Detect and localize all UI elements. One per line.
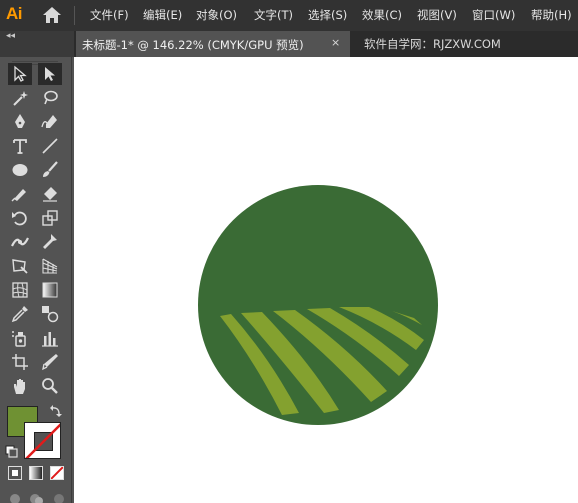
document-tab-inactive[interactable]: 软件自学网：RJZXW.COM [364, 36, 501, 52]
free-transform-tool-icon[interactable] [8, 255, 32, 277]
swap-fill-stroke-icon[interactable] [49, 404, 63, 418]
puppet-warp-tool-icon[interactable] [38, 231, 62, 253]
default-fill-stroke-icon[interactable] [5, 445, 19, 459]
artboard-tool-icon[interactable] [8, 351, 32, 373]
symbol-sprayer-tool-icon[interactable] [8, 327, 32, 349]
hand-tool-icon[interactable] [8, 375, 32, 397]
menu-effect[interactable]: 效果(C) [362, 7, 402, 23]
eyedropper-tool-icon[interactable] [8, 303, 32, 325]
app-logo: Ai [6, 4, 23, 23]
pen-tool-icon[interactable] [8, 111, 32, 133]
drawing-modes-icon[interactable] [8, 490, 66, 503]
curvature-tool-icon[interactable] [38, 111, 62, 133]
menu-view[interactable]: 视图(V) [417, 7, 457, 23]
menu-select[interactable]: 选择(S) [308, 7, 347, 23]
collapse-panel-icon[interactable]: ◂◂ [6, 31, 15, 41]
menu-edit[interactable]: 编辑(E) [143, 7, 182, 23]
home-icon[interactable] [42, 6, 62, 24]
artwork-field-logo[interactable] [74, 57, 578, 503]
rotate-tool-icon[interactable] [8, 207, 32, 229]
menu-help[interactable]: 帮助(H) [531, 7, 572, 23]
no-stroke-slash-icon [25, 423, 60, 458]
stroke-color-swatch[interactable] [24, 422, 61, 459]
menu-separator [74, 6, 75, 25]
magic-wand-tool-icon[interactable] [8, 87, 32, 109]
type-tool-icon[interactable] [8, 135, 32, 157]
menu-object[interactable]: 对象(O) [196, 7, 237, 23]
paintbrush-tool-icon[interactable] [38, 159, 62, 181]
column-graph-tool-icon[interactable] [38, 327, 62, 349]
blend-tool-icon[interactable] [38, 303, 62, 325]
selection-tool-icon[interactable] [8, 63, 32, 85]
slice-tool-icon[interactable] [38, 351, 62, 373]
scale-tool-icon[interactable] [38, 207, 62, 229]
eraser-tool-icon[interactable] [38, 183, 62, 205]
none-mode-button[interactable] [50, 466, 64, 480]
width-tool-icon[interactable] [8, 231, 32, 253]
gradient-tool-icon[interactable] [38, 279, 62, 301]
gradient-mode-button[interactable] [29, 466, 43, 480]
lasso-tool-icon[interactable] [38, 87, 62, 109]
zoom-tool-icon[interactable] [38, 375, 62, 397]
none-slash-icon [51, 467, 63, 479]
menu-file[interactable]: 文件(F) [90, 7, 129, 23]
shaper-tool-icon[interactable] [8, 183, 32, 205]
mesh-tool-icon[interactable] [8, 279, 32, 301]
menu-window[interactable]: 窗口(W) [472, 7, 515, 23]
menu-type[interactable]: 文字(T) [254, 7, 293, 23]
color-mode-button[interactable] [8, 466, 22, 480]
direct-selection-tool-icon[interactable] [38, 63, 62, 85]
document-tab-title[interactable]: 未标题-1* @ 146.22% (CMYK/GPU 预览) [82, 37, 304, 53]
line-segment-tool-icon[interactable] [38, 135, 62, 157]
perspective-grid-tool-icon[interactable] [38, 255, 62, 277]
tab-close-icon[interactable]: × [331, 36, 340, 49]
ellipse-tool-icon[interactable] [8, 159, 32, 181]
